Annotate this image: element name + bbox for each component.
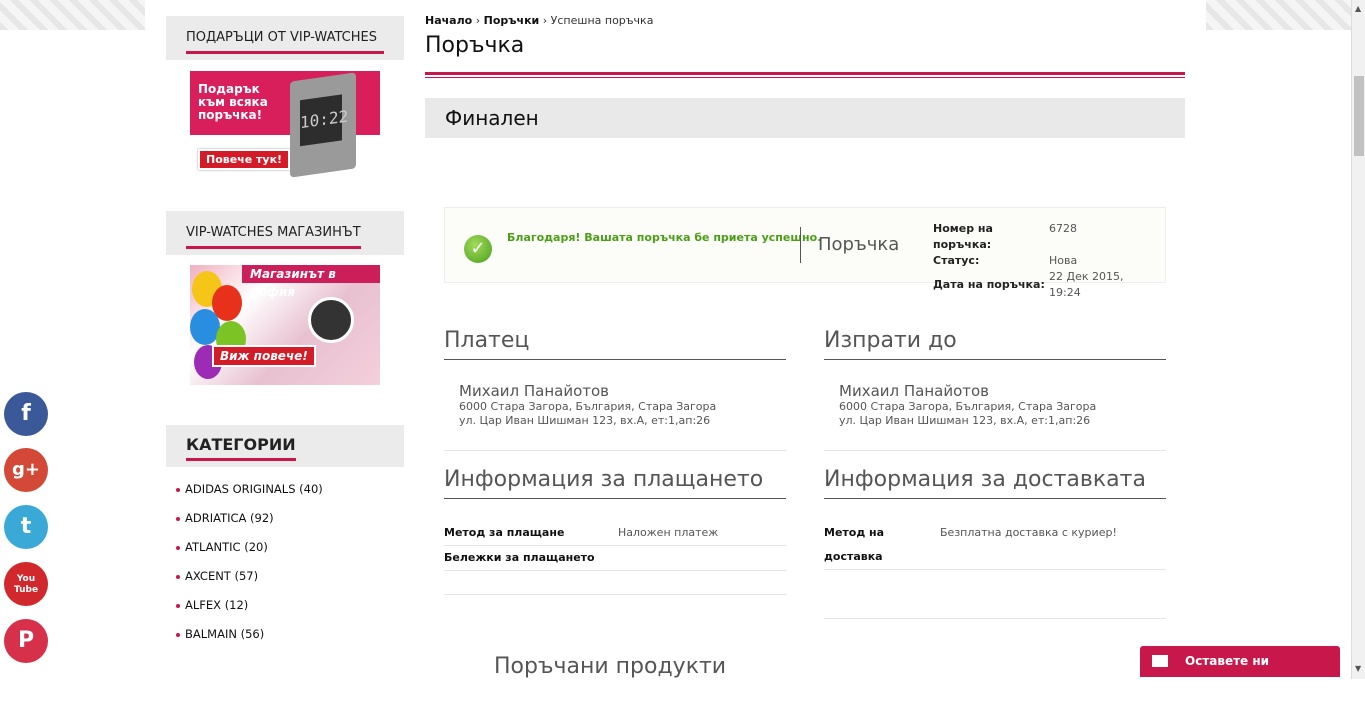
clock-image: 10:22 <box>290 72 356 178</box>
step-title: Финален <box>425 98 1185 138</box>
sidebar: ПОДАРЪЦИ ОТ VIP-WATCHES Подарък към всяк… <box>166 16 404 649</box>
gifts-title: ПОДАРЪЦИ ОТ VIP-WATCHES <box>186 29 384 54</box>
gift-banner[interactable]: Подарък към всяка поръчка! 10:22 Повече … <box>190 71 380 181</box>
order-label: Поръчка <box>818 234 900 255</box>
scroll-down-icon[interactable]: ▼ <box>1355 664 1361 673</box>
youtube-icon[interactable]: You Tube <box>4 562 48 606</box>
ship-to-address: Михаил Панайотов 6000 Стара Загора, Бълг… <box>824 360 1166 451</box>
categories-header: КАТЕГОРИИ <box>166 425 404 467</box>
bullet-icon <box>176 603 180 608</box>
store-title: VIP-WATCHES МАГАЗИНЪТ <box>186 224 361 249</box>
leave-message-button[interactable]: Оставете ни съобщение! <box>1140 646 1340 699</box>
twitter-icon[interactable]: t <box>4 505 48 549</box>
breadcrumb-separator: › <box>542 14 548 27</box>
store-logo <box>308 297 354 343</box>
payment-notes-row: Бележки за плащането <box>444 546 786 571</box>
date-value: 22 Дек 2015, 19:24 <box>1049 270 1124 299</box>
date-label: Дата на поръчка: <box>933 278 1045 291</box>
payment-method-value: Наложен платеж <box>618 526 719 539</box>
store-more-button[interactable]: Виж повече! <box>212 345 316 367</box>
google-plus-icon[interactable]: g+ <box>4 448 48 492</box>
page-title: Поръчка <box>425 33 525 58</box>
payment-info-section: Информация за плащането Метод за плащане… <box>444 467 786 595</box>
background-pattern-right <box>1206 0 1351 30</box>
payment-method-label: Метод за плащане <box>444 526 565 539</box>
ship-to-line2: ул. Цар Иван Шишман 123, вх.А, ет:1,ап:2… <box>839 414 1091 427</box>
status-label: Статус: <box>933 254 980 267</box>
delivery-method-value: Безплатна доставка с куриер! <box>940 526 1117 539</box>
category-item[interactable]: ADRIATICA (92) <box>176 504 404 533</box>
breadcrumb-orders[interactable]: Поръчки <box>484 14 540 27</box>
categories-title: КАТЕГОРИИ <box>186 436 296 461</box>
facebook-icon[interactable]: f <box>4 392 48 436</box>
order-number-label: Номер на поръчка: <box>933 222 993 251</box>
category-item[interactable]: ATLANTIC (20) <box>176 533 404 562</box>
bullet-icon <box>176 574 180 579</box>
check-icon: ✓ <box>464 235 492 263</box>
background-pattern-left <box>0 0 145 30</box>
bullet-icon <box>176 632 180 637</box>
payment-notes-label: Бележки за плащането <box>444 551 595 564</box>
ship-to-section: Изпрати до Михаил Панайотов 6000 Стара З… <box>824 328 1166 451</box>
scrollbar-thumb[interactable] <box>1354 76 1364 156</box>
scroll-up-icon[interactable]: ▲ <box>1355 4 1361 13</box>
payment-info-title: Информация за плащането <box>444 467 786 499</box>
gifts-header: ПОДАРЪЦИ ОТ VIP-WATCHES <box>166 16 404 60</box>
store-banner[interactable]: Магазинът в София Виж повече! <box>190 265 380 385</box>
breadcrumb-home[interactable]: Начало <box>425 14 472 27</box>
bullet-icon <box>176 516 180 521</box>
breadcrumb-separator: › <box>475 14 481 27</box>
breadcrumb-current: Успешна поръчка <box>550 14 654 27</box>
gift-banner-text: Подарък към всяка поръчка! <box>198 82 268 122</box>
clock-time: 10:22 <box>300 94 348 147</box>
ship-to-line1: 6000 Стара Загора, България, Стара Загор… <box>839 400 1097 413</box>
envelope-icon <box>1152 655 1168 667</box>
order-meta: Номер на поръчка: 6728 Статус: Нова Дата… <box>933 221 1149 301</box>
pinterest-icon[interactable]: P <box>4 619 48 663</box>
payer-line2: ул. Цар Иван Шишман 123, вх.А, ет:1,ап:2… <box>459 414 711 427</box>
status-value: Нова <box>1049 254 1078 267</box>
payer-name: Михаил Панайотов <box>459 382 610 400</box>
payer-line1: 6000 Стара Загора, България, Стара Загор… <box>459 400 717 413</box>
divider <box>800 227 801 263</box>
category-item[interactable]: AXCENT (57) <box>176 562 404 591</box>
order-number: 6728 <box>1049 222 1077 235</box>
category-item[interactable]: BALMAIN (56) <box>176 620 404 649</box>
categories-list: ADIDAS ORIGINALS (40) ADRIATICA (92) ATL… <box>166 467 404 649</box>
delivery-info-title: Информация за доставката <box>824 467 1166 499</box>
gift-more-button[interactable]: Повече тук! <box>198 149 291 170</box>
leave-message-label: Оставете ни съобщение! <box>1185 654 1270 699</box>
ship-to-name: Михаил Панайотов <box>839 382 990 400</box>
delivery-method-row: Метод на доставка Безплатна доставка с к… <box>824 521 1166 570</box>
category-item[interactable]: ADIDAS ORIGINALS (40) <box>176 475 404 504</box>
title-divider <box>425 72 1185 78</box>
ordered-products-title: Поръчани продукти <box>494 654 727 679</box>
store-header: VIP-WATCHES МАГАЗИНЪТ <box>166 211 404 255</box>
ship-to-title: Изпрати до <box>824 328 1166 360</box>
delivery-info-section: Информация за доставката Метод на достав… <box>824 467 1166 619</box>
bullet-icon <box>176 487 180 492</box>
success-message: Благодаря! Вашата поръчка бе приета успе… <box>507 231 822 244</box>
page-container: ПОДАРЪЦИ ОТ VIP-WATCHES Подарък към всяк… <box>146 0 1206 679</box>
payer-section: Платец Михаил Панайотов 6000 Стара Загор… <box>444 328 786 451</box>
payer-address: Михаил Панайотов 6000 Стара Загора, Бълг… <box>444 360 786 451</box>
main-content: Начало › Поръчки › Успешна поръчка Поръч… <box>425 14 1185 679</box>
breadcrumb: Начало › Поръчки › Успешна поръчка <box>425 14 1185 27</box>
store-banner-title: Магазинът в София <box>242 265 380 299</box>
delivery-method-label: Метод на доставка <box>824 526 885 563</box>
category-item[interactable]: ALFEX (12) <box>176 591 404 620</box>
scrollbar[interactable]: ▲ ▼ <box>1351 0 1365 679</box>
bullet-icon <box>176 545 180 550</box>
payer-title: Платец <box>444 328 786 360</box>
success-box: ✓ Благодаря! Вашата поръчка бе приета ус… <box>444 207 1166 299</box>
payment-method-row: Метод за плащане Наложен платеж <box>444 521 786 546</box>
